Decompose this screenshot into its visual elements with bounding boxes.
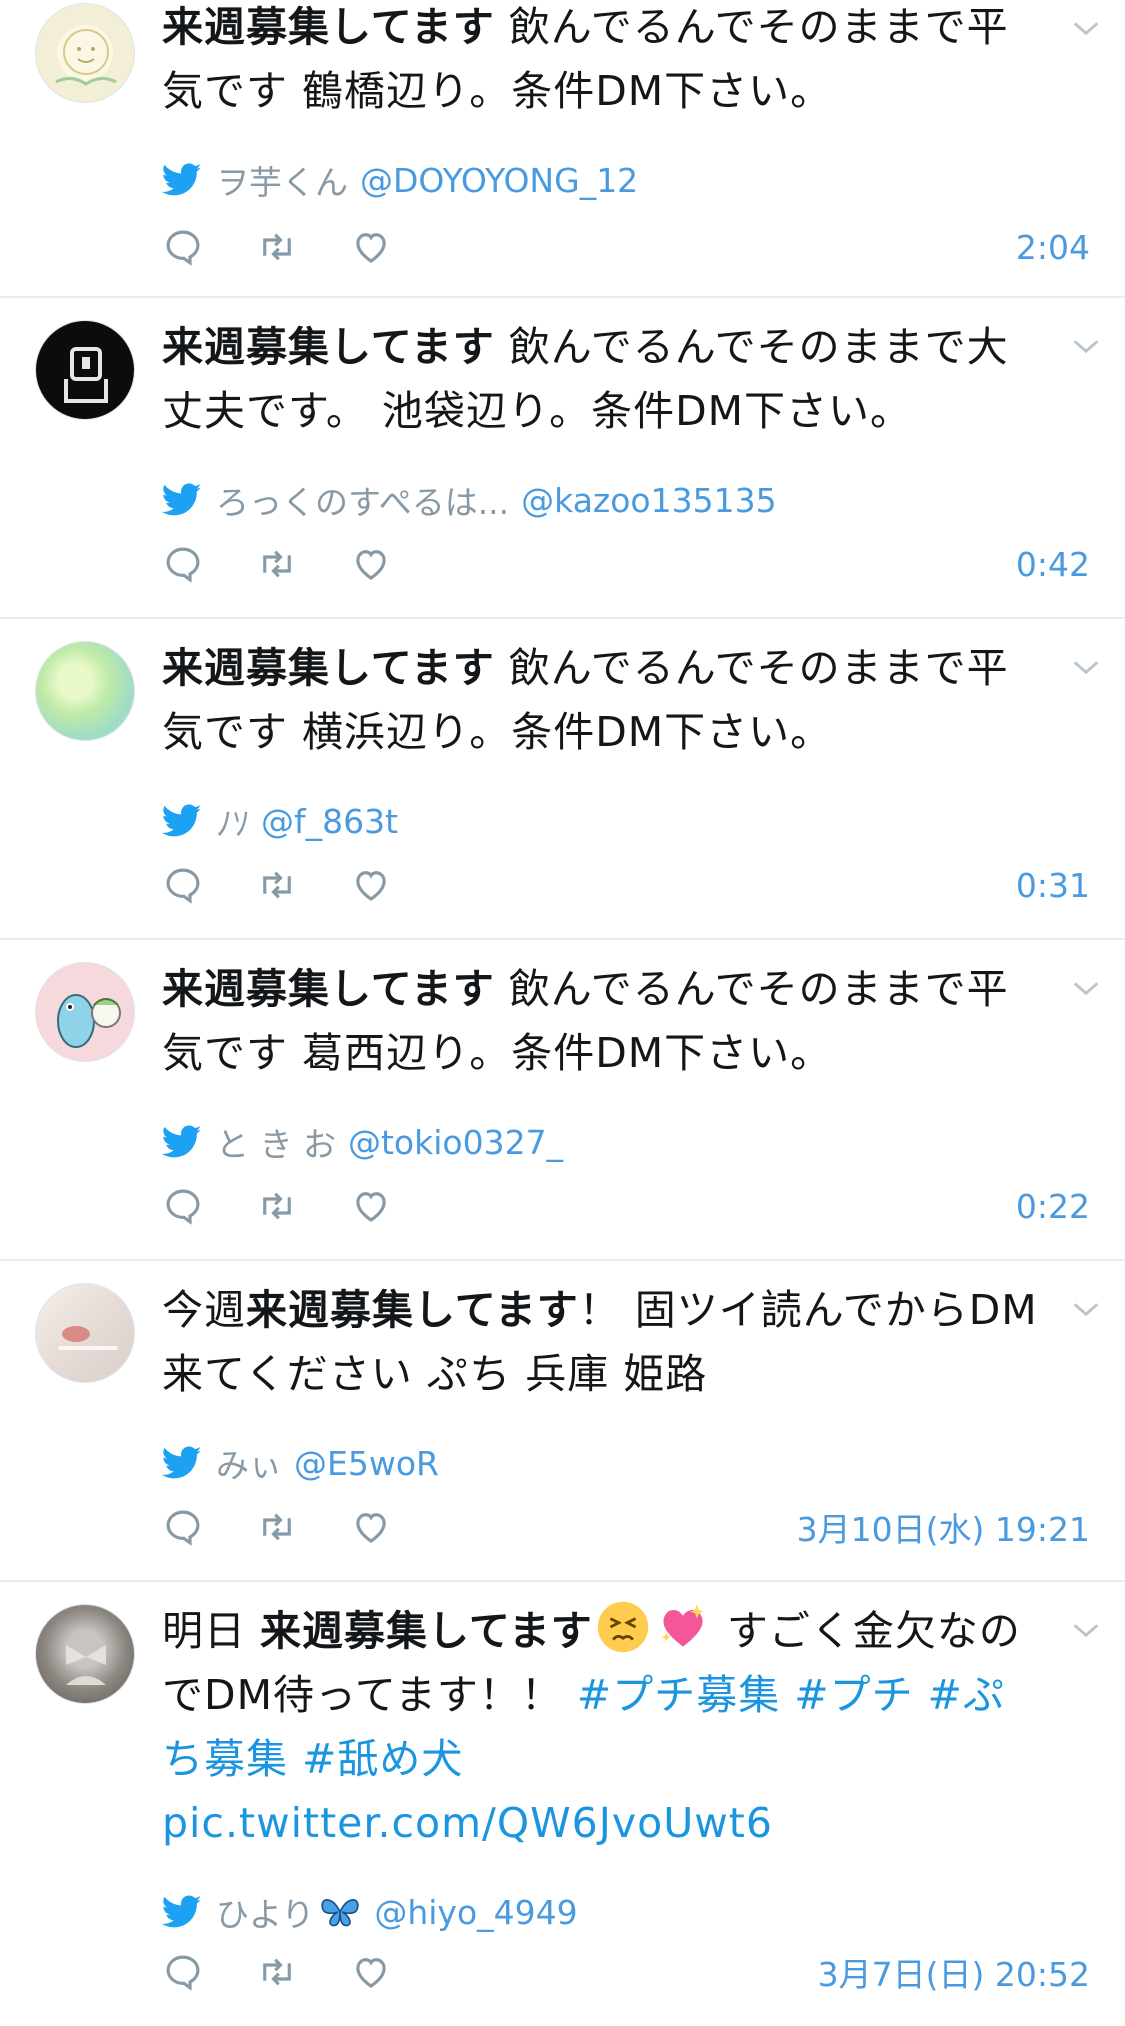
tweet-body: 来週募集してます 飲んでるんでそのままで大丈夫です。 池袋辺り。条件DM下さい。… <box>162 320 1042 523</box>
tweet-timestamp[interactable]: 3月10日(水) 19:21 <box>797 1503 1090 1551</box>
retweet-icon[interactable] <box>256 1506 298 1548</box>
chevron-down-icon[interactable] <box>1069 1293 1103 1327</box>
tweet-text: 明日 来週募集してます すごく金欠なのでDM待ってます！！ #プチ募集 #プチ … <box>162 1599 1042 1855</box>
tweet-actions: 2:04 <box>162 222 1090 272</box>
author-handle[interactable]: @f_863t <box>261 802 398 841</box>
tweet[interactable]: 来週募集してます 飲んでるんでそのままで平気です 葛西辺り。条件DM下さい。 と… <box>0 940 1125 1261</box>
retweet-icon[interactable] <box>256 1951 298 1993</box>
tweet-body: 来週募集してます 飲んでるんでそのままで平気です 葛西辺り。条件DM下さい。 と… <box>162 962 1042 1165</box>
twitter-bird-icon <box>162 163 202 196</box>
highlight-text: 来週募集してます <box>246 1286 579 1334</box>
highlight-text: 来週募集してます <box>162 3 495 51</box>
like-icon[interactable] <box>350 1506 392 1548</box>
tweet-actions: 3月7日(日) 20:52 <box>162 1947 1090 1997</box>
reply-icon[interactable] <box>162 1185 204 1227</box>
chevron-down-icon[interactable] <box>1069 12 1103 46</box>
tweet-actions: 0:22 <box>162 1181 1090 1231</box>
tweet-timestamp[interactable]: 0:31 <box>1016 866 1090 905</box>
tweet-author[interactable]: みぃ @E5woR <box>162 1440 1042 1486</box>
reply-icon[interactable] <box>162 1951 204 1993</box>
tweet-timestamp[interactable]: 2:04 <box>1016 228 1090 267</box>
tweet[interactable]: 来週募集してます 飲んでるんでそのままで平気です 横浜辺り。条件DM下さい。 ﾉ… <box>0 619 1125 940</box>
tweet-author[interactable]: ひより @hiyo_4949 <box>162 1889 1042 1935</box>
tweet[interactable]: 来週募集してます 飲んでるんでそのままで大丈夫です。 池袋辺り。条件DM下さい。… <box>0 298 1125 619</box>
author-handle[interactable]: @kazoo135135 <box>521 481 776 520</box>
avatar[interactable] <box>35 320 135 420</box>
sparkling-heart-icon <box>661 1604 704 1647</box>
author-name: ろっくのすぺるは... <box>216 483 510 522</box>
tweet-text: 今週来週募集してます！ 固ツイ読んでからDM来てください ぷち 兵庫 姫路 <box>162 1286 1038 1398</box>
twitter-bird-icon <box>162 1895 202 1928</box>
reply-icon[interactable] <box>162 864 204 906</box>
chevron-down-icon[interactable] <box>1069 330 1103 364</box>
butterfly-icon <box>321 1899 359 1927</box>
tweet-author[interactable]: と き お @tokio0327_ <box>162 1119 1042 1165</box>
tweet-author[interactable]: ﾉｿ @f_863t <box>162 798 1042 844</box>
like-icon[interactable] <box>350 1951 392 1993</box>
tweet-timestamp[interactable]: 0:42 <box>1016 545 1090 584</box>
like-icon[interactable] <box>350 864 392 906</box>
chevron-down-icon[interactable] <box>1069 972 1103 1006</box>
tweet-actions: 3月10日(水) 19:21 <box>162 1502 1090 1552</box>
chevron-down-icon[interactable] <box>1069 651 1103 685</box>
reply-icon[interactable] <box>162 1506 204 1548</box>
tweet-body: 来週募集してます 飲んでるんでそのままで平気です 横浜辺り。条件DM下さい。 ﾉ… <box>162 641 1042 844</box>
retweet-icon[interactable] <box>256 226 298 268</box>
tweet-text: 来週募集してます 飲んでるんでそのままで大丈夫です。 池袋辺り。条件DM下さい。 <box>162 323 1009 435</box>
tweet-timestamp[interactable]: 3月7日(日) 20:52 <box>818 1948 1090 1996</box>
media-link[interactable]: pic.twitter.com/QW6JvoUwt6 <box>162 1799 773 1847</box>
author-name: ﾉｿ <box>216 804 249 843</box>
highlight-text: 来週募集してます <box>162 323 495 371</box>
author-name: みぃ <box>216 1446 282 1485</box>
author-name: ひより <box>216 1895 315 1934</box>
author-handle[interactable]: @hiyo_4949 <box>374 1893 577 1932</box>
author-name: ヲ芋くん <box>216 163 348 202</box>
reply-icon[interactable] <box>162 543 204 585</box>
retweet-icon[interactable] <box>256 1185 298 1227</box>
like-icon[interactable] <box>350 1185 392 1227</box>
tweet-timestamp[interactable]: 0:22 <box>1016 1187 1090 1226</box>
tweet-text: 来週募集してます 飲んでるんでそのままで平気です 横浜辺り。条件DM下さい。 <box>162 644 1009 756</box>
tweet-actions: 0:31 <box>162 860 1090 910</box>
like-icon[interactable] <box>350 543 392 585</box>
tweet[interactable]: 明日 来週募集してます すごく金欠なのでDM待ってます！！ #プチ募集 #プチ … <box>0 1582 1125 2026</box>
chevron-down-icon[interactable] <box>1069 1614 1103 1648</box>
tweet-author[interactable]: ヲ芋くん @DOYOYONG_12 <box>162 157 1042 203</box>
tweet-text: 来週募集してます 飲んでるんでそのままで平気です 鶴橋辺り。条件DM下さい。 <box>162 3 1009 115</box>
avatar[interactable] <box>35 1283 135 1383</box>
tweet-body: 来週募集してます 飲んでるんでそのままで平気です 鶴橋辺り。条件DM下さい。 ヲ… <box>162 0 1042 203</box>
twitter-bird-icon <box>162 804 202 837</box>
like-icon[interactable] <box>350 226 392 268</box>
twitter-bird-icon <box>162 483 202 516</box>
tweet[interactable]: 来週募集してます 飲んでるんでそのままで平気です 鶴橋辺り。条件DM下さい。 ヲ… <box>0 0 1125 298</box>
author-handle[interactable]: @E5woR <box>294 1444 439 1483</box>
tweet-body: 今週来週募集してます！ 固ツイ読んでからDM来てください ぷち 兵庫 姫路 みぃ… <box>162 1283 1042 1486</box>
avatar[interactable] <box>35 962 135 1062</box>
highlight-text: 来週募集してます <box>162 965 495 1013</box>
avatar[interactable] <box>35 3 135 103</box>
tweet-actions: 0:42 <box>162 539 1090 589</box>
author-name: と き お <box>216 1125 336 1164</box>
twitter-bird-icon <box>162 1446 202 1479</box>
retweet-icon[interactable] <box>256 864 298 906</box>
twitter-bird-icon <box>162 1125 202 1158</box>
avatar[interactable] <box>35 641 135 741</box>
author-handle[interactable]: @DOYOYONG_12 <box>360 161 638 200</box>
highlight-text: 来週募集してます <box>260 1607 593 1655</box>
retweet-icon[interactable] <box>256 543 298 585</box>
avatar[interactable] <box>35 1604 135 1704</box>
tweet-author[interactable]: ろっくのすぺるは... @kazoo135135 <box>162 477 1042 523</box>
persevering-face-icon <box>597 1601 648 1653</box>
tweet-body: 明日 来週募集してます すごく金欠なのでDM待ってます！！ #プチ募集 #プチ … <box>162 1601 1042 1935</box>
tweet[interactable]: 今週来週募集してます！ 固ツイ読んでからDM来てください ぷち 兵庫 姫路 みぃ… <box>0 1261 1125 1582</box>
tweet-text: 来週募集してます 飲んでるんでそのままで平気です 葛西辺り。条件DM下さい。 <box>162 965 1009 1077</box>
tweet-list: 来週募集してます 飲んでるんでそのままで平気です 鶴橋辺り。条件DM下さい。 ヲ… <box>0 0 1125 2026</box>
author-handle[interactable]: @tokio0327_ <box>348 1123 563 1162</box>
highlight-text: 来週募集してます <box>162 644 495 692</box>
reply-icon[interactable] <box>162 226 204 268</box>
